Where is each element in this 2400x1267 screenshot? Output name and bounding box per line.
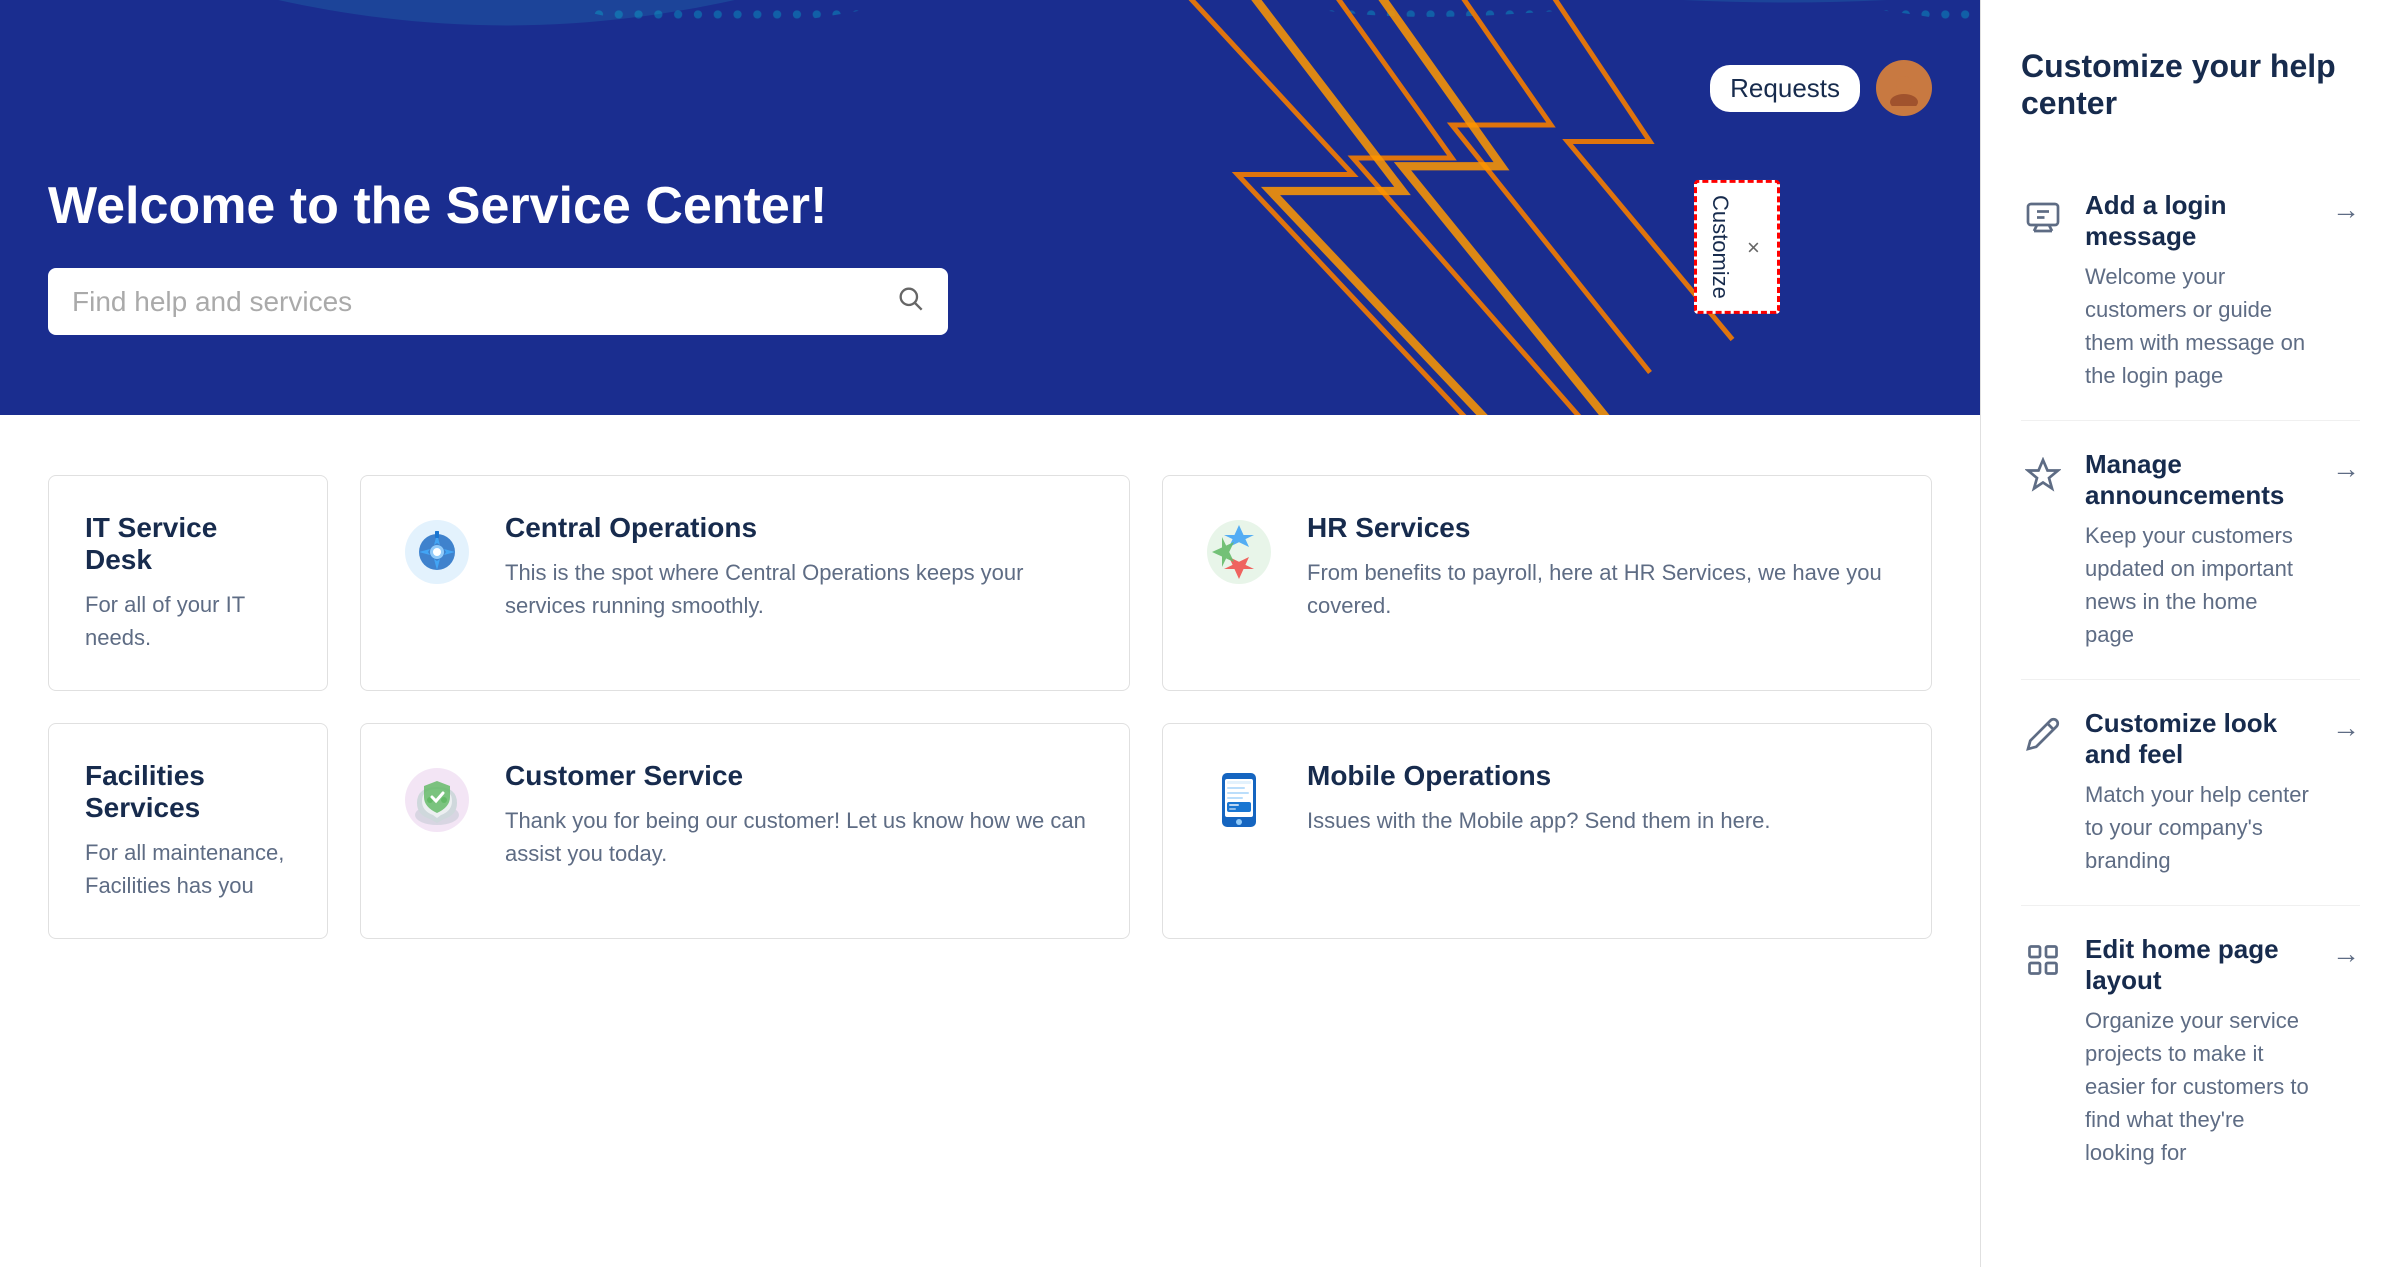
list-item[interactable]: Mobile Operations Issues with the Mobile… [1162,723,1932,939]
list-item[interactable]: Customer Service Thank you for being our… [360,723,1130,939]
list-item[interactable]: Central Operations This is the spot wher… [360,475,1130,691]
search-input[interactable] [72,286,880,318]
cards-row-2: Facilities Services For all maintenance,… [48,723,1932,939]
arrow-right-icon: → [2332,453,2360,485]
panel-item-login-message[interactable]: Add a login message Welcome your custome… [2021,162,2360,421]
cards-row-1: IT Service Desk For all of your IT needs… [48,475,1932,691]
search-button[interactable] [896,284,924,319]
card-icon [1199,512,1279,592]
panel-item-content: Add a login message Welcome your custome… [2085,190,2312,392]
search-bar [48,268,948,335]
card-content: Mobile Operations Issues with the Mobile… [1307,760,1771,837]
panel-item-announcements[interactable]: Manage announcements Keep your customers… [2021,421,2360,680]
panel-item-desc: Match your help center to your company's… [2085,778,2312,877]
card-title: IT Service Desk [85,512,291,576]
arrow-right-icon: → [2332,712,2360,744]
card-description: This is the spot where Central Operation… [505,556,1093,622]
card-description: From benefits to payroll, here at HR Ser… [1307,556,1895,622]
panel-item-content: Customize look and feel Match your help … [2085,708,2312,877]
card-description: For all maintenance, Facilities has you [85,836,291,902]
arrow-right-icon: → [2332,194,2360,226]
card-title: HR Services [1307,512,1895,544]
panel-item-content: Edit home page layout Organize your serv… [2085,934,2312,1169]
card-icon [397,760,477,840]
panel-item-content: Manage announcements Keep your customers… [2085,449,2312,651]
card-description: Issues with the Mobile app? Send them in… [1307,804,1771,837]
cards-section: IT Service Desk For all of your IT needs… [0,415,1980,1267]
panel-item-title: Manage announcements [2085,449,2312,511]
message-icon [2021,194,2065,238]
close-icon[interactable]: × [1741,234,1767,259]
customize-tab-label: Customize [1707,195,1733,299]
card-title: Facilities Services [85,760,291,824]
panel-item-layout[interactable]: Edit home page layout Organize your serv… [2021,906,2360,1197]
panel-item-title: Edit home page layout [2085,934,2312,996]
card-title: Mobile Operations [1307,760,1771,792]
right-panel: Customize your help center Add a login m… [1980,0,2400,1267]
card-content: Central Operations This is the spot wher… [505,512,1093,622]
list-item[interactable]: Facilities Services For all maintenance,… [48,723,328,939]
pin-icon [2021,453,2065,497]
hero-content: Welcome to the Service Center! [48,176,1932,335]
customize-tab[interactable]: Customize × [1694,180,1780,314]
panel-item-customize[interactable]: Customize look and feel Match your help … [2021,680,2360,906]
card-title: Central Operations [505,512,1093,544]
card-title: Customer Service [505,760,1093,792]
panel-title: Customize your help center [2021,48,2360,122]
panel-item-desc: Organize your service projects to make i… [2085,1004,2312,1169]
main-content: Requests Welcome to the Service Center! [0,0,1980,1267]
arrow-right-icon: → [2332,938,2360,970]
panel-item-desc: Welcome your customers or guide them wit… [2085,260,2312,392]
card-icon [397,512,477,592]
card-icon [1199,760,1279,840]
panel-item-title: Add a login message [2085,190,2312,252]
pencil-icon [2021,712,2065,756]
list-item[interactable]: HR Services From benefits to payroll, he… [1162,475,1932,691]
list-item[interactable]: IT Service Desk For all of your IT needs… [48,475,328,691]
card-description: Thank you for being our customer! Let us… [505,804,1093,870]
hero-title: Welcome to the Service Center! [48,176,1932,236]
grid-icon [2021,938,2065,982]
hero-section: Requests Welcome to the Service Center! [0,0,1980,415]
card-content: HR Services From benefits to payroll, he… [1307,512,1895,622]
card-description: For all of your IT needs. [85,588,291,654]
panel-item-desc: Keep your customers updated on important… [2085,519,2312,651]
panel-item-title: Customize look and feel [2085,708,2312,770]
card-content: Customer Service Thank you for being our… [505,760,1093,870]
